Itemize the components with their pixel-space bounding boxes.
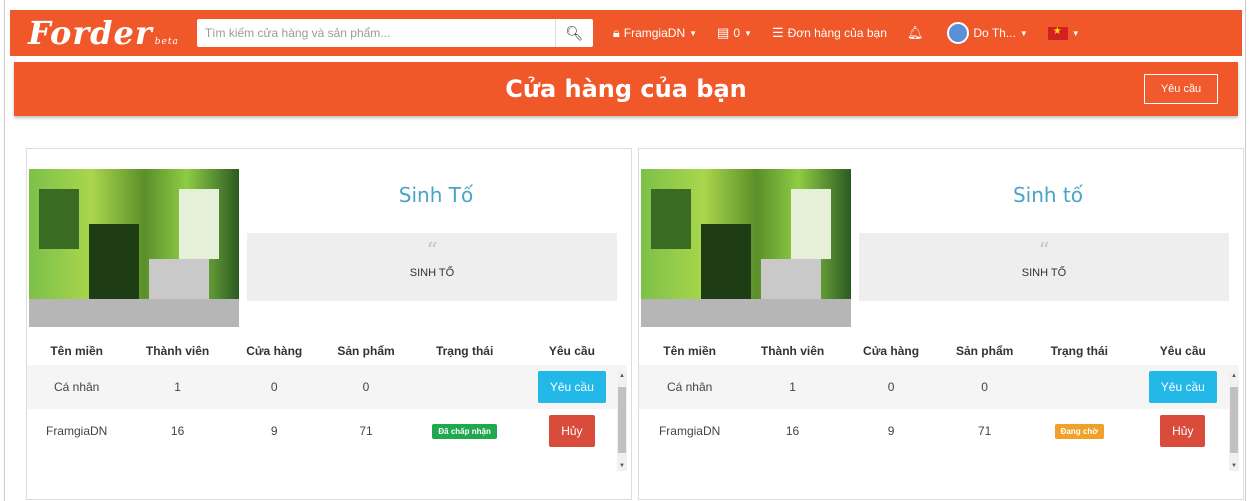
col-status: Trạng thái bbox=[435, 344, 494, 358]
shop-description-text: SINH TỐ bbox=[1021, 267, 1067, 279]
quote-icon: “ bbox=[426, 239, 438, 264]
shop-description: “ SINH TỐ bbox=[859, 233, 1229, 301]
notifications-button[interactable]: 🔔︎ bbox=[907, 25, 928, 41]
scroll-down-icon[interactable]: ▼ bbox=[1229, 463, 1239, 469]
domain-table: Tên miền Thành viên Cửa hàng Sản phẩm Tr… bbox=[639, 337, 1239, 453]
shop-label: FramgiaDN bbox=[623, 26, 686, 40]
table-row: Cá nhân 1 0 0 Yêu cầu bbox=[27, 365, 627, 409]
cell-products: 71 bbox=[937, 409, 1032, 453]
search-icon: 🔍︎ bbox=[565, 24, 584, 41]
navbar: Forder beta 🔍︎ 🔒︎ FramgiaDN ▼ ▤ 0 ▼ ☰ Đơ… bbox=[10, 10, 1242, 56]
shop-description-text: SINH TỐ bbox=[409, 267, 455, 279]
cell-domain: Cá nhân bbox=[27, 365, 127, 409]
table-row: FramgiaDN 16 9 71 Đang chờ Hủy bbox=[639, 409, 1239, 453]
search-bar: 🔍︎ bbox=[196, 19, 593, 47]
cell-status: Đã chấp nhận bbox=[412, 409, 517, 453]
status-badge: Đang chờ bbox=[1054, 424, 1104, 439]
request-button[interactable]: Yêu cầu bbox=[1144, 74, 1218, 104]
cart-icon: ▤ bbox=[717, 25, 730, 40]
chevron-down-icon: ▼ bbox=[744, 28, 752, 38]
shop-photo bbox=[641, 169, 851, 327]
brand-logo[interactable]: Forder beta bbox=[28, 14, 179, 52]
scrollbar[interactable]: ▲ ▼ bbox=[617, 371, 627, 471]
col-products: Sản phẩm bbox=[955, 344, 1014, 358]
col-status: Trạng thái bbox=[1050, 344, 1108, 358]
shop-name[interactable]: Sinh Tố bbox=[239, 183, 633, 207]
list-icon: ☰ bbox=[771, 25, 784, 40]
cart-dropdown[interactable]: ▤ 0 ▼ bbox=[717, 25, 752, 41]
cell-products: 0 bbox=[937, 365, 1032, 409]
cell-shops: 0 bbox=[228, 365, 320, 409]
cell-members: 16 bbox=[126, 409, 229, 453]
cell-status: Đang chờ bbox=[1031, 409, 1127, 453]
cell-domain: FramgiaDN bbox=[27, 409, 127, 453]
cell-products: 0 bbox=[319, 365, 413, 409]
logo-text: Forder bbox=[28, 14, 153, 52]
table-row: FramgiaDN 16 9 71 Đã chấp nhận Hủy bbox=[27, 409, 627, 453]
search-input[interactable] bbox=[196, 19, 555, 47]
cancel-button[interactable]: Hủy bbox=[549, 415, 595, 447]
cancel-button[interactable]: Hủy bbox=[1160, 415, 1206, 447]
language-dropdown[interactable]: ▼ bbox=[1047, 26, 1080, 40]
shop-card: Sinh tố “ SINH TỐ Tên miền Thành viên Cử… bbox=[638, 148, 1244, 500]
chevron-down-icon: ▼ bbox=[689, 28, 698, 38]
cell-members: 1 bbox=[740, 365, 845, 409]
user-label: Do Th... bbox=[973, 26, 1016, 40]
chevron-down-icon: ▼ bbox=[1019, 28, 1028, 38]
shop-card: Sinh Tố “ SINH TỐ Tên miền Thành viên Cử… bbox=[26, 148, 632, 500]
scroll-down-icon[interactable]: ▼ bbox=[617, 463, 627, 469]
shop-description: “ SINH TỐ bbox=[247, 233, 617, 301]
cell-members: 1 bbox=[126, 365, 229, 409]
vietnam-flag-icon bbox=[1047, 26, 1068, 40]
scrollbar-thumb[interactable] bbox=[618, 387, 626, 453]
cell-domain: FramgiaDN bbox=[639, 409, 741, 453]
cell-domain: Cá nhân bbox=[639, 365, 741, 409]
col-request: Yêu cầu bbox=[1159, 344, 1206, 358]
domain-table: Tên miền Thành viên Cửa hàng Sản phẩm Tr… bbox=[27, 337, 627, 453]
cell-action: Yêu cầu bbox=[516, 365, 627, 409]
orders-link[interactable]: ☰ Đơn hàng của bạn bbox=[772, 25, 887, 41]
col-members: Thành viên bbox=[760, 344, 825, 358]
cell-shops: 9 bbox=[844, 409, 938, 453]
cell-members: 16 bbox=[740, 409, 845, 453]
col-domain: Tên miền bbox=[50, 344, 103, 358]
shop-photo bbox=[29, 169, 239, 327]
cell-action: Hủy bbox=[516, 409, 627, 453]
table-row: Cá nhân 1 0 0 Yêu cầu bbox=[639, 365, 1239, 409]
cell-action: Hủy bbox=[1126, 409, 1239, 453]
shop-dropdown[interactable]: 🔒︎ FramgiaDN ▼ bbox=[613, 25, 697, 41]
scrollbar-thumb[interactable] bbox=[1230, 387, 1238, 453]
beta-label: beta bbox=[154, 37, 179, 47]
page-title: Cửa hàng của bạn bbox=[505, 75, 747, 103]
cart-count: 0 bbox=[733, 26, 741, 40]
scroll-up-icon[interactable]: ▲ bbox=[1229, 373, 1239, 379]
lock-icon: 🔒︎ bbox=[612, 25, 620, 40]
orders-label: Đơn hàng của bạn bbox=[787, 26, 887, 40]
scrollbar[interactable]: ▲ ▼ bbox=[1229, 371, 1239, 471]
col-domain: Tên miền bbox=[663, 344, 716, 358]
cell-shops: 0 bbox=[844, 365, 938, 409]
chevron-down-icon: ▼ bbox=[1071, 28, 1080, 38]
quote-icon: “ bbox=[1038, 239, 1050, 264]
shop-name[interactable]: Sinh tố bbox=[851, 183, 1245, 207]
request-button[interactable]: Yêu cầu bbox=[537, 371, 606, 403]
search-button[interactable]: 🔍︎ bbox=[554, 19, 593, 47]
user-dropdown[interactable]: Do Th... ▼ bbox=[947, 22, 1028, 44]
col-products: Sản phẩm bbox=[337, 344, 395, 358]
status-badge: Đã chấp nhận bbox=[432, 424, 497, 439]
cell-action: Yêu cầu bbox=[1126, 365, 1239, 409]
cell-status bbox=[1031, 365, 1127, 409]
cell-products: 71 bbox=[319, 409, 413, 453]
bell-icon: 🔔︎ bbox=[906, 25, 924, 40]
col-members: Thành viên bbox=[145, 344, 210, 358]
request-button[interactable]: Yêu cầu bbox=[1148, 371, 1217, 403]
col-shops: Cửa hàng bbox=[863, 344, 920, 358]
cell-status bbox=[412, 365, 517, 409]
col-shops: Cửa hàng bbox=[246, 344, 303, 358]
cell-shops: 9 bbox=[228, 409, 320, 453]
page-header: Cửa hàng của bạn Yêu cầu bbox=[14, 62, 1238, 116]
avatar bbox=[947, 22, 970, 44]
scroll-up-icon[interactable]: ▲ bbox=[617, 373, 627, 379]
col-request: Yêu cầu bbox=[548, 344, 595, 358]
